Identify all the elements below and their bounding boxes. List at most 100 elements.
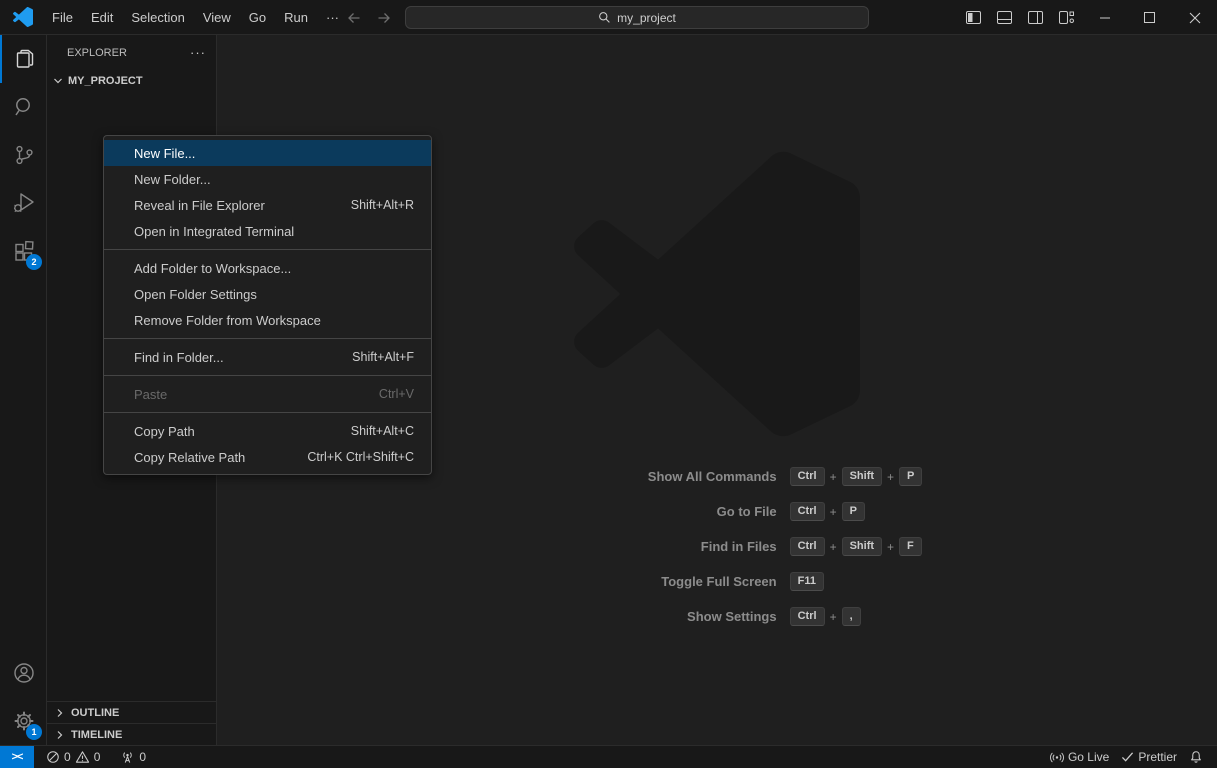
title-bar: File Edit Selection View Go Run ··· my_p… (0, 0, 1217, 35)
broadcast-icon (1050, 751, 1064, 764)
remote-icon: >< (12, 751, 23, 763)
menu-item-add-folder-to-workspace[interactable]: Add Folder to Workspace... (104, 255, 431, 281)
menu-go[interactable]: Go (240, 0, 275, 34)
key-cap: F11 (790, 572, 824, 591)
menu-more-icon[interactable]: ··· (317, 0, 348, 34)
toggle-panel-button[interactable] (989, 0, 1020, 35)
menu-run[interactable]: Run (275, 0, 317, 34)
menu-item-copy-path[interactable]: Copy Path Shift+Alt+C (104, 418, 431, 444)
activitybar-search[interactable] (0, 83, 47, 131)
explorer-title: EXPLORER (67, 47, 190, 59)
settings-badge: 1 (26, 724, 42, 740)
menu-item-remove-folder-from-workspace[interactable]: Remove Folder from Workspace (104, 307, 431, 333)
bell-icon (1189, 750, 1203, 764)
notifications-button[interactable] (1183, 746, 1209, 768)
key-cap: Shift (842, 537, 882, 556)
menu-item-open-in-integrated-terminal[interactable]: Open in Integrated Terminal (104, 218, 431, 244)
explorer-context-menu: New File... New Folder... Reveal in File… (103, 135, 432, 475)
files-icon (13, 47, 37, 71)
activitybar-account[interactable] (0, 649, 47, 697)
chevron-down-icon (51, 74, 65, 88)
key-cap: Ctrl (790, 537, 825, 556)
key-cap: Ctrl (790, 467, 825, 486)
vscode-logo-icon (13, 7, 33, 27)
shortcut-row: Find in Files Ctrl + Shift + F (512, 535, 923, 558)
radio-tower-icon (120, 750, 135, 764)
go-live-button[interactable]: Go Live (1044, 746, 1115, 768)
menu-item-paste: Paste Ctrl+V (104, 381, 431, 407)
prettier-status[interactable]: Prettier (1115, 746, 1183, 768)
customize-layout-button[interactable] (1051, 0, 1082, 35)
activitybar-source-control[interactable] (0, 131, 47, 179)
ports-count: 0 (139, 750, 146, 764)
command-center-search[interactable]: my_project (405, 6, 869, 29)
timeline-section[interactable]: TIMELINE (47, 723, 216, 745)
status-bar-right: Go Live Prettier (1044, 746, 1217, 768)
activitybar-settings[interactable]: 1 (0, 697, 47, 745)
folder-my-project[interactable]: MY_PROJECT (47, 70, 216, 92)
menu-item-new-file[interactable]: New File... (104, 140, 431, 166)
check-icon (1121, 751, 1134, 763)
close-icon (1189, 12, 1201, 24)
menu-item-open-folder-settings[interactable]: Open Folder Settings (104, 281, 431, 307)
command-center-label: my_project (617, 11, 676, 25)
activitybar-spacer (0, 275, 46, 649)
toggle-secondary-sidebar-button[interactable] (1020, 0, 1051, 35)
search-icon (598, 11, 611, 24)
account-icon (12, 661, 36, 685)
warning-count: 0 (94, 750, 101, 764)
nav-history (346, 0, 392, 35)
extensions-badge: 2 (26, 254, 42, 270)
key-cap: Shift (842, 467, 882, 486)
shortcut-row: Toggle Full Screen F11 (512, 570, 923, 593)
outline-section[interactable]: OUTLINE (47, 701, 216, 723)
error-count: 0 (64, 750, 71, 764)
shortcut-row: Go to File Ctrl + P (512, 500, 923, 523)
menu-file[interactable]: File (43, 0, 82, 34)
menu-item-copy-relative-path[interactable]: Copy Relative Path Ctrl+K Ctrl+Shift+C (104, 444, 431, 470)
menu-selection[interactable]: Selection (122, 0, 193, 34)
problems-indicator[interactable]: 0 0 (40, 746, 106, 768)
search-icon (12, 95, 36, 119)
forward-arrow-icon[interactable] (376, 10, 392, 26)
key-cap: Ctrl (790, 502, 825, 521)
explorer-more-actions-icon[interactable]: ··· (190, 45, 206, 60)
shortcut-label: Show All Commands (512, 469, 777, 484)
prettier-label: Prettier (1138, 750, 1177, 764)
window-controls (958, 0, 1217, 35)
error-icon (46, 750, 60, 764)
toggle-sidebar-button[interactable] (958, 0, 989, 35)
explorer-header: EXPLORER ··· (47, 35, 216, 70)
menu-item-find-in-folder[interactable]: Find in Folder... Shift+Alt+F (104, 344, 431, 370)
activitybar-explorer[interactable] (0, 35, 47, 83)
close-button[interactable] (1172, 0, 1217, 35)
go-live-label: Go Live (1068, 750, 1109, 764)
minimize-icon (1099, 12, 1111, 24)
menu-separator (104, 338, 431, 339)
back-arrow-icon[interactable] (346, 10, 362, 26)
ports-indicator[interactable]: 0 (114, 746, 152, 768)
shortcut-label: Find in Files (512, 539, 777, 554)
maximize-icon (1144, 12, 1155, 23)
activitybar-extensions[interactable]: 2 (0, 227, 47, 275)
source-control-icon (12, 143, 36, 167)
warning-icon (75, 750, 90, 764)
maximize-button[interactable] (1127, 0, 1172, 35)
menu-separator (104, 375, 431, 376)
menu-separator (104, 412, 431, 413)
activity-bar: 2 1 (0, 35, 47, 745)
menu-view[interactable]: View (194, 0, 240, 34)
key-cap: P (842, 502, 865, 521)
remote-indicator[interactable]: >< (0, 746, 34, 768)
project-name: MY_PROJECT (68, 75, 143, 87)
menu-item-new-folder[interactable]: New Folder... (104, 166, 431, 192)
menu-item-reveal-in-file-explorer[interactable]: Reveal in File Explorer Shift+Alt+R (104, 192, 431, 218)
activitybar-run-debug[interactable] (0, 179, 47, 227)
shortcut-label: Toggle Full Screen (512, 574, 777, 589)
minimize-button[interactable] (1082, 0, 1127, 35)
vscode-window: File Edit Selection View Go Run ··· my_p… (0, 0, 1217, 768)
watermark-shortcut-list: Show All Commands Ctrl + Shift + P Go to… (512, 465, 923, 640)
key-cap: F (899, 537, 922, 556)
menu-edit[interactable]: Edit (82, 0, 122, 34)
menu-bar: File Edit Selection View Go Run ··· (43, 0, 348, 34)
